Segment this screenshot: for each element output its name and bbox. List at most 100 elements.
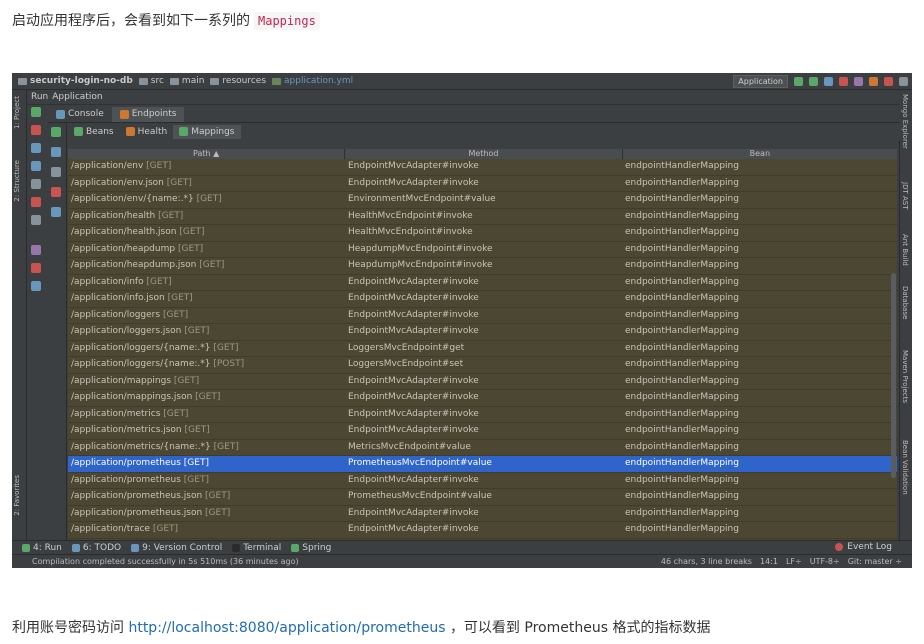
- bottom-tab-run[interactable]: 4: Run: [22, 543, 62, 553]
- column-header-path[interactable]: Path ▲: [68, 149, 346, 159]
- yaml-file-icon: [272, 77, 282, 85]
- cell-method: EndpointMvcAdapter#invoke: [348, 309, 479, 320]
- cell-bean: endpointHandlerMapping: [625, 210, 739, 221]
- project-structure-icon[interactable]: [884, 77, 893, 86]
- bottom-tab-spring[interactable]: Spring: [291, 543, 331, 553]
- cell-path: /application/loggers.json [GET]: [68, 324, 345, 340]
- cell-path: /application/loggers/{name:.*} [GET]: [68, 341, 345, 357]
- rerun-icon[interactable]: [31, 107, 41, 117]
- breadcrumb-file[interactable]: application.yml: [272, 76, 353, 86]
- tool-tab-database[interactable]: Database: [901, 286, 909, 319]
- terminal-icon: [232, 544, 241, 552]
- tool-tab-structure[interactable]: 2: Structure: [13, 160, 21, 202]
- tool-tab-bean-validation[interactable]: Bean Validation: [901, 440, 909, 495]
- run-config-select[interactable]: Application: [733, 75, 788, 88]
- column-header-method[interactable]: Method: [345, 149, 623, 159]
- table-row[interactable]: /application/env/{name:.*} [GET] Environm…: [68, 192, 897, 209]
- status-line-separator[interactable]: LF÷: [786, 555, 802, 568]
- breadcrumb-src[interactable]: src: [138, 76, 164, 86]
- dump-threads-icon[interactable]: [31, 161, 41, 171]
- cell-method: EndpointMvcAdapter#invoke: [348, 326, 479, 336]
- subtab-beans[interactable]: Beans: [68, 125, 120, 139]
- table-row[interactable]: /application/env.json [GET] EndpointMvcAd…: [68, 175, 897, 192]
- breadcrumb-main[interactable]: main: [169, 76, 204, 86]
- prometheus-link[interactable]: http://localhost:8080/application/promet…: [128, 620, 445, 636]
- subtab-health[interactable]: Health: [120, 125, 174, 139]
- bottom-tab-terminal[interactable]: Terminal: [232, 543, 281, 553]
- stop-icon[interactable]: [839, 77, 848, 86]
- table-row[interactable]: /application/trace [GET] EndpointMvcAdapt…: [68, 522, 897, 539]
- table-row[interactable]: /application/heapdump.json [GET] Heapdump…: [68, 258, 897, 275]
- close-icon[interactable]: [31, 263, 41, 273]
- cell-bean: endpointHandlerMapping: [625, 441, 739, 452]
- undo-icon[interactable]: [869, 77, 878, 86]
- coverage-icon[interactable]: [824, 77, 833, 86]
- left-tool-strip: 1: Project 2: Structure 2: Favorites: [12, 90, 27, 540]
- table-row[interactable]: /application/prometheus.json [GET] Endpoi…: [68, 505, 897, 522]
- help-icon[interactable]: [31, 281, 41, 291]
- cell-path: /application/env.json [GET]: [68, 176, 345, 192]
- http-verb: [GET]: [195, 392, 221, 402]
- tab-console[interactable]: Console: [48, 107, 112, 122]
- status-git-branch[interactable]: Git: master ÷: [848, 555, 902, 568]
- table-row[interactable]: /application/info.json [GET] EndpointMvcA…: [68, 291, 897, 308]
- breadcrumb-resources[interactable]: resources: [210, 76, 266, 86]
- table-row[interactable]: /application/env [GET] EndpointMvcAdapter…: [68, 159, 897, 176]
- mappings-table-body: /application/env [GET] EndpointMvcAdapter…: [68, 159, 897, 555]
- debug-icon[interactable]: [809, 77, 818, 86]
- cell-method: LoggersMvcEndpoint#set: [348, 359, 464, 369]
- run-icon[interactable]: [794, 77, 803, 86]
- tab-endpoints[interactable]: Endpoints: [111, 107, 185, 122]
- status-encoding[interactable]: UTF-8÷: [810, 555, 840, 568]
- table-row[interactable]: /application/heapdump [GET] HeapdumpMvcEn…: [68, 241, 897, 258]
- column-header-bean[interactable]: Bean: [623, 149, 897, 159]
- cell-path: /application/prometheus.json [GET]: [68, 506, 345, 522]
- table-row[interactable]: /application/health [GET] HealthMvcEndpoi…: [68, 208, 897, 225]
- cell-path: /application/health [GET]: [68, 209, 345, 225]
- status-selection: 46 chars, 3 line breaks: [660, 557, 752, 566]
- table-row[interactable]: /application/loggers.json [GET] EndpointM…: [68, 324, 897, 341]
- table-row[interactable]: /application/prometheus [GET] EndpointMvc…: [68, 472, 897, 489]
- subtab-mappings[interactable]: Mappings: [173, 124, 241, 139]
- chart-icon[interactable]: [51, 207, 61, 217]
- bottom-tab-todo[interactable]: 6: TODO: [71, 543, 121, 553]
- cell-path: /application/health.json [GET]: [68, 225, 345, 241]
- event-log-button[interactable]: Event Log: [835, 542, 892, 552]
- table-row[interactable]: /application/loggers/{name:.*} [POST] Log…: [68, 357, 897, 374]
- exit-icon[interactable]: [31, 197, 41, 207]
- checkbox-icon[interactable]: [51, 167, 61, 177]
- tool-tab-ant-build[interactable]: Ant Build: [901, 234, 909, 266]
- pause-icon[interactable]: [31, 143, 41, 153]
- table-scrollbar[interactable]: [891, 273, 896, 478]
- table-row[interactable]: /application/metrics [GET] EndpointMvcAda…: [68, 406, 897, 423]
- path-text: /application/env: [71, 161, 144, 171]
- search-icon[interactable]: [899, 77, 908, 86]
- toolbar: Application: [733, 75, 908, 88]
- stop-icon[interactable]: [31, 125, 41, 135]
- tool-tab-favorites[interactable]: 2: Favorites: [13, 475, 21, 516]
- tool-tab-jdt-ast[interactable]: JDT AST: [901, 182, 909, 209]
- camera-icon[interactable]: [31, 179, 41, 189]
- table-row[interactable]: /application/metrics.json [GET] EndpointM…: [68, 423, 897, 440]
- table-row[interactable]: /application/health.json [GET] HealthMvcE…: [68, 225, 897, 242]
- tool-tab-maven[interactable]: Maven Projects: [901, 350, 909, 403]
- table-row[interactable]: /application/prometheus.json [GET] Promet…: [68, 489, 897, 506]
- table-row[interactable]: /application/mappings [GET] EndpointMvcAd…: [68, 373, 897, 390]
- tool-tab-project[interactable]: 1: Project: [13, 96, 21, 129]
- table-row[interactable]: /application/prometheus [GET] PrometheusM…: [68, 456, 897, 473]
- breadcrumb-project[interactable]: security-login-no-db: [18, 76, 133, 86]
- table-row[interactable]: /application/loggers/{name:.*} [GET] Logg…: [68, 340, 897, 357]
- layout-icon[interactable]: [31, 215, 41, 225]
- vcs-icon[interactable]: [854, 77, 863, 86]
- table-row[interactable]: /application/metrics/{name:.*} [GET] Metr…: [68, 439, 897, 456]
- refresh-icon[interactable]: [51, 127, 61, 137]
- bottom-tab-version-control[interactable]: 9: Version Control: [131, 543, 222, 553]
- status-position[interactable]: 14:1: [760, 555, 778, 568]
- table-row[interactable]: /application/info [GET] EndpointMvcAdapte…: [68, 274, 897, 291]
- tool-tab-mongo[interactable]: Mongo Explorer: [901, 94, 909, 149]
- pin-icon[interactable]: [31, 245, 41, 255]
- edit-icon[interactable]: [51, 147, 61, 157]
- filter-icon[interactable]: [51, 187, 61, 197]
- table-row[interactable]: /application/loggers [GET] EndpointMvcAda…: [68, 307, 897, 324]
- table-row[interactable]: /application/mappings.json [GET] Endpoint…: [68, 390, 897, 407]
